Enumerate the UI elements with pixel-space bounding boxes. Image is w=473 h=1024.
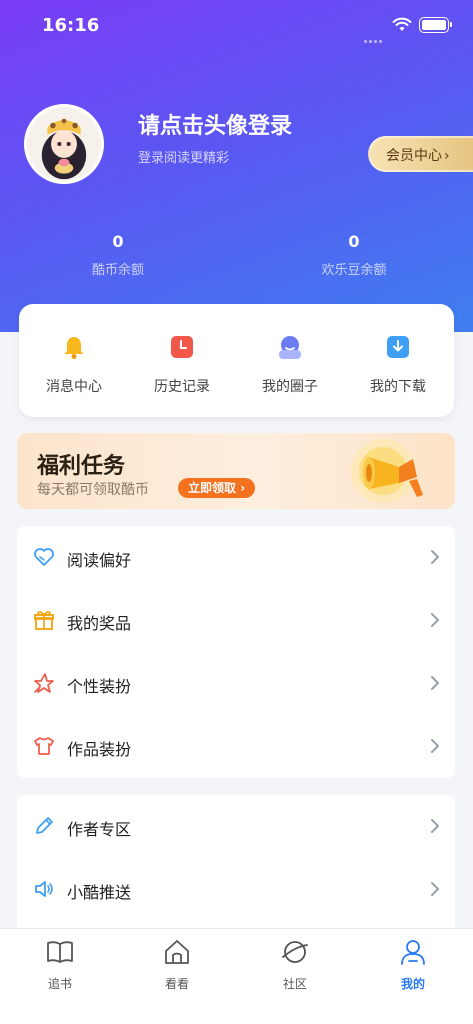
quick-action-circles[interactable]: 我的圈子: [240, 334, 340, 396]
status-bar: 16:16: [0, 0, 473, 52]
menu-item-my-prizes[interactable]: 我的奖品: [17, 589, 455, 652]
wifi-icon: [392, 17, 412, 31]
welfare-banner[interactable]: 福利任务 每天都可领取酷币 立即领取 ›: [17, 433, 455, 509]
quick-action-label: 历史记录: [154, 379, 210, 395]
tab-watch[interactable]: 看看: [137, 937, 217, 992]
tab-mine[interactable]: 我的: [373, 937, 453, 992]
tab-label: 追书: [47, 977, 72, 991]
planet-icon: [282, 941, 308, 963]
chevron-right-icon: [431, 739, 439, 753]
quick-action-history[interactable]: 历史记录: [132, 334, 232, 396]
vip-center-button[interactable]: 会员中心 ›: [368, 136, 473, 172]
home-icon: [165, 940, 189, 964]
quick-action-label: 我的圈子: [262, 379, 318, 395]
menu-item-label: 阅读偏好: [67, 551, 132, 570]
menu-item-label: 个性装扮: [67, 677, 132, 696]
status-time: 16:16: [42, 15, 100, 36]
chevron-right-icon: [431, 882, 439, 896]
menu-item-label: 作者专区: [67, 820, 132, 839]
coin-balance-label: 酷币余额: [91, 263, 144, 278]
user-icon: [401, 940, 425, 965]
claim-now-button[interactable]: 立即领取 ›: [178, 478, 256, 498]
chevron-right-icon: ›: [444, 148, 450, 164]
gift-icon: [34, 611, 54, 630]
menu-item-label: 我的奖品: [67, 614, 132, 633]
quick-action-downloads[interactable]: 我的下载: [348, 334, 448, 396]
chevron-right-icon: [431, 676, 439, 690]
coin-balance-value: 0: [112, 232, 124, 251]
pen-icon: [36, 817, 53, 834]
avatar[interactable]: [24, 104, 104, 184]
book-icon: [47, 941, 73, 963]
login-subtitle: 登录阅读更精彩: [138, 151, 230, 166]
author-menu-group: 作者专区 小酷推送: [17, 795, 455, 935]
download-icon: [387, 336, 409, 358]
welfare-subtitle: 每天都可领取酷币: [37, 482, 149, 498]
star-icon: [34, 673, 54, 693]
menu-item-work-dressup[interactable]: 作品装扮: [17, 715, 455, 778]
speaker-icon: [35, 881, 53, 897]
welfare-title: 福利任务: [37, 454, 126, 479]
chevron-right-icon: [431, 819, 439, 833]
chevron-right-icon: [431, 550, 439, 564]
quick-action-label: 消息中心: [46, 379, 102, 395]
megaphone-icon: [351, 439, 423, 503]
bean-balance-value: 0: [348, 232, 360, 251]
bottom-tab-bar: 追书 看看 社区 我的: [0, 928, 473, 1024]
tab-label: 我的: [400, 977, 425, 991]
bean-balance[interactable]: 0 欢乐豆余额: [294, 232, 414, 278]
tab-label: 看看: [164, 977, 189, 991]
menu-item-label: 小酷推送: [67, 883, 132, 902]
cellular-signal-icon: [364, 28, 386, 43]
menu-item-reading-preference[interactable]: 阅读偏好: [17, 526, 455, 589]
tab-bookshelf[interactable]: 追书: [20, 937, 100, 992]
avatar-illustration: [27, 107, 101, 181]
menu-item-author-zone[interactable]: 作者专区: [17, 795, 455, 858]
bean-balance-label: 欢乐豆余额: [321, 263, 387, 278]
quick-actions-card: 消息中心 历史记录 我的圈子 我的下载: [19, 304, 454, 417]
person-icon: [279, 336, 301, 359]
coin-balance[interactable]: 0 酷币余额: [58, 232, 178, 278]
menu-item-push[interactable]: 小酷推送: [17, 858, 455, 921]
clock-icon: [171, 336, 193, 358]
login-title[interactable]: 请点击头像登录: [138, 108, 292, 140]
menu-item-personal-dressup[interactable]: 个性装扮: [17, 652, 455, 715]
chevron-right-icon: [431, 613, 439, 627]
quick-action-messages[interactable]: 消息中心: [24, 334, 124, 396]
claim-now-label: 立即领取: [188, 481, 237, 495]
heart-icon: [34, 548, 54, 566]
shirt-icon: [34, 737, 54, 755]
settings-menu-group: 阅读偏好 我的奖品 个性装扮 作品装扮: [17, 526, 455, 778]
tab-label: 社区: [282, 977, 307, 991]
menu-item-label: 作品装扮: [67, 740, 132, 759]
vip-center-label: 会员中心: [386, 148, 442, 164]
battery-icon: [419, 17, 452, 33]
quick-action-label: 我的下载: [370, 379, 426, 395]
tab-community[interactable]: 社区: [255, 937, 335, 992]
bell-icon: [64, 337, 84, 359]
